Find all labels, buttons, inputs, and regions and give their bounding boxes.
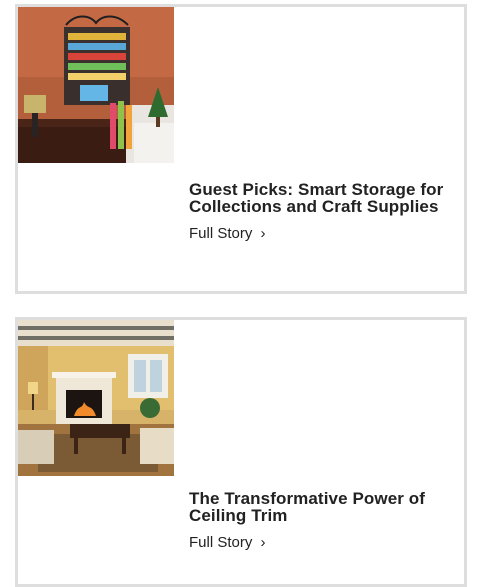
story-card: Guest Picks: Smart Storage for Collectio… [15, 4, 467, 294]
full-story-label: Full Story [189, 225, 253, 242]
story-title[interactable]: Guest Picks: Smart Storage for Collectio… [189, 181, 459, 215]
chevron-right-icon: › [260, 534, 266, 551]
full-story-link[interactable]: Full Story › [189, 534, 266, 552]
living-room-image [18, 320, 174, 476]
full-story-label: Full Story [189, 534, 253, 551]
story-title[interactable]: The Transformative Power of Ceiling Trim [189, 490, 459, 524]
full-story-link[interactable]: Full Story › [189, 225, 266, 243]
story-image-link[interactable] [18, 7, 174, 163]
chevron-right-icon: › [260, 225, 266, 242]
story-text: The Transformative Power of Ceiling Trim… [189, 490, 459, 552]
story-image-link[interactable] [18, 320, 174, 476]
story-text: Guest Picks: Smart Storage for Collectio… [189, 181, 459, 243]
story-card: The Transformative Power of Ceiling Trim… [15, 317, 467, 587]
craft-room-image [18, 7, 174, 163]
